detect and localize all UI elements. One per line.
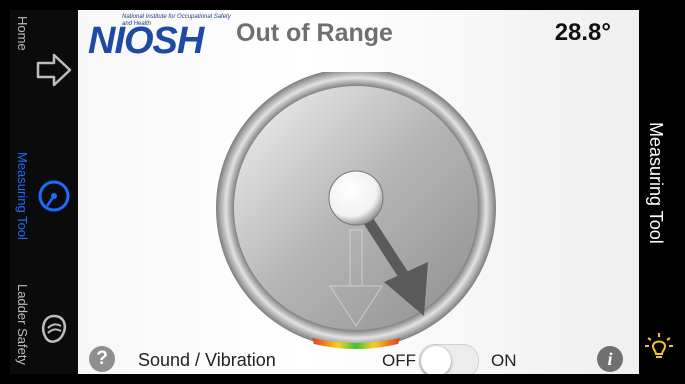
gauge-icon (38, 180, 70, 212)
measuring-tool-title: Measuring Tool (646, 122, 666, 244)
toggle-off-label: OFF (382, 351, 416, 370)
nav-item-ladder-safety-label: Ladder Safety (15, 284, 30, 365)
home-arrow-icon (36, 53, 72, 87)
ladder-safety-icon (42, 314, 66, 343)
info-icon[interactable]: i (597, 346, 623, 372)
nav-item-measuring-tool-label: Measuring Tool (15, 152, 30, 240)
nav-item-home[interactable]: Home (10, 10, 78, 102)
status-title: Out of Range (236, 19, 393, 47)
lightbulb-icon[interactable] (643, 330, 675, 362)
nav-item-home-label: Home (15, 16, 30, 51)
nav-item-ladder-safety[interactable]: Ladder Safety (10, 280, 78, 374)
dial-hub (328, 170, 384, 226)
nav-item-measuring-tool[interactable]: Measuring Tool (10, 146, 78, 258)
angle-readout: 28.8° (554, 19, 611, 46)
sound-vibration-label: Sound / Vibration (138, 350, 276, 370)
right-panel: Measuring Tool (639, 10, 677, 374)
toggle-on-label: ON (491, 351, 517, 370)
toggle-knob[interactable] (421, 346, 451, 374)
sound-vibration-toggle[interactable] (419, 344, 479, 374)
logo-text: NIOSH (88, 20, 204, 62)
main-panel: National Institute for Occupational Safe… (78, 10, 639, 374)
niosh-logo: National Institute for Occupational Safe… (88, 12, 238, 62)
level-dial (216, 72, 496, 349)
left-nav: Home Measuring Tool Ladder Safety (10, 10, 78, 374)
app-frame: Home Measuring Tool Ladder Safety Nation… (0, 0, 685, 384)
question-icon[interactable]: ? (89, 346, 115, 372)
